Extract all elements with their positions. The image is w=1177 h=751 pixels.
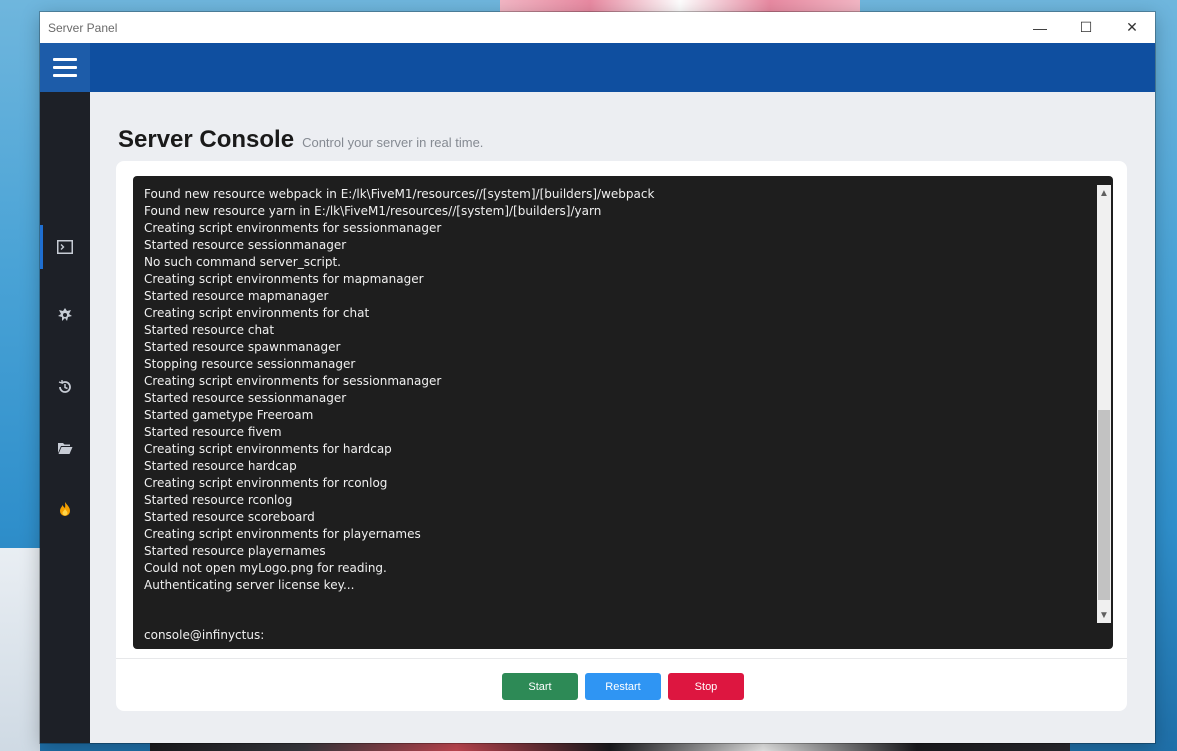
- fire-icon: [60, 502, 70, 516]
- app-header: [40, 43, 1155, 92]
- console-line: Creating script environments for rconlog: [144, 476, 388, 490]
- terminal-icon: [57, 240, 73, 254]
- wallpaper-left: [0, 548, 40, 751]
- page-subtitle: Control your server in real time.: [302, 135, 484, 150]
- console-line: Started resource fivem: [144, 425, 282, 439]
- restart-button[interactable]: Restart: [585, 673, 661, 700]
- console-line: No such command server_script.: [144, 255, 341, 269]
- start-button[interactable]: Start: [502, 673, 578, 700]
- console-line: Started resource sessionmanager: [144, 391, 347, 405]
- console-line: Creating script environments for hardcap: [144, 442, 392, 456]
- history-icon: [58, 380, 71, 393]
- console-line: Creating script environments for session…: [144, 374, 442, 388]
- console-line: Creating script environments for playern…: [144, 527, 421, 541]
- console-line: Found new resource yarn in E:/lk\FiveM1/…: [144, 204, 602, 218]
- console-prompt[interactable]: console@infinyctus:: [144, 628, 264, 642]
- console-line: Creating script environments for mapmana…: [144, 272, 424, 286]
- sidebar: [40, 92, 90, 743]
- console-line: Could not open myLogo.png for reading.: [144, 561, 387, 575]
- console-line: Authenticating server license key...: [144, 578, 355, 592]
- sidebar-item-console[interactable]: [40, 225, 90, 269]
- console-line: Started resource playernames: [144, 544, 326, 558]
- console-line: Started resource mapmanager: [144, 289, 329, 303]
- sidebar-item-history[interactable]: [40, 365, 90, 409]
- console-line: Found new resource webpack in E:/lk\Five…: [144, 187, 655, 201]
- window-title: Server Panel: [48, 20, 118, 35]
- console-line: Creating script environments for chat: [144, 306, 370, 320]
- hamburger-menu-icon[interactable]: [40, 43, 90, 92]
- title-bar: Server Panel — ☐ ✕: [40, 12, 1155, 43]
- console-line: Started resource hardcap: [144, 459, 297, 473]
- console-line: Stopping resource sessionmanager: [144, 357, 356, 371]
- console-line: Creating script environments for session…: [144, 221, 442, 235]
- page-title: Server Console: [118, 126, 295, 153]
- console-card: Found new resource webpack in E:/lk\Five…: [116, 161, 1127, 711]
- minimize-button[interactable]: —: [1017, 12, 1063, 43]
- sidebar-item-files[interactable]: [40, 426, 90, 470]
- console-line: Started resource sessionmanager: [144, 238, 347, 252]
- control-buttons: Start Restart Stop: [502, 673, 744, 700]
- maximize-button[interactable]: ☐: [1063, 12, 1109, 43]
- plugin-icon: [58, 308, 72, 321]
- scroll-thumb[interactable]: [1098, 410, 1110, 600]
- console-line: Started gametype Freeroam: [144, 408, 314, 422]
- card-divider: [116, 658, 1127, 659]
- stop-button[interactable]: Stop: [668, 673, 744, 700]
- sidebar-item-fire[interactable]: [40, 487, 90, 531]
- console-line: Started resource rconlog: [144, 493, 293, 507]
- close-button[interactable]: ✕: [1109, 12, 1155, 43]
- folder-icon: [58, 443, 73, 454]
- console-log: Found new resource webpack in E:/lk\Five…: [144, 186, 1084, 594]
- scroll-down-icon[interactable]: ▼: [1097, 607, 1111, 623]
- page-heading: Server Console Control your server in re…: [118, 126, 483, 154]
- main-content: Server Console Control your server in re…: [90, 92, 1155, 743]
- scroll-up-icon[interactable]: ▲: [1097, 185, 1111, 201]
- console-output[interactable]: Found new resource webpack in E:/lk\Five…: [133, 176, 1113, 649]
- console-line: Started resource spawnmanager: [144, 340, 341, 354]
- sidebar-item-plugins[interactable]: [40, 293, 90, 337]
- app-window: Server Panel — ☐ ✕ Server Console Contro…: [40, 12, 1155, 743]
- console-scrollbar[interactable]: ▲ ▼: [1097, 185, 1111, 623]
- console-line: Started resource scoreboard: [144, 510, 315, 524]
- console-line: Started resource chat: [144, 323, 275, 337]
